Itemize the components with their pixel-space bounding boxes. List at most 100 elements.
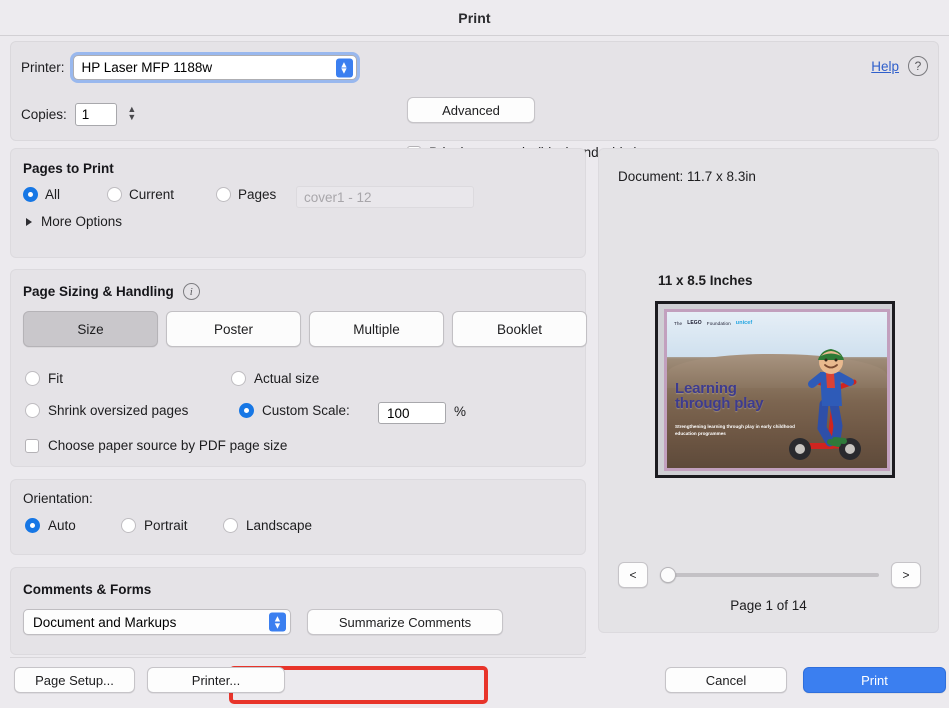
page-slider[interactable] xyxy=(660,567,879,583)
sizing-mode-size[interactable]: Size xyxy=(23,311,158,347)
sizing-mode-multiple[interactable]: Multiple xyxy=(309,311,444,347)
help-link[interactable]: Help xyxy=(871,59,899,74)
page-sizing-panel: Page Sizing & Handling i Size Poster Mul… xyxy=(10,269,587,704)
comments-forms-title: Comments & Forms xyxy=(23,582,152,597)
info-circle-icon[interactable]: i xyxy=(182,283,200,300)
percent-label: % xyxy=(454,404,467,419)
page-thumbnail: The LEGO Foundation unicef Learning thro… xyxy=(655,301,895,478)
printer-label: Printer: xyxy=(21,60,65,75)
summarize-comments-button[interactable]: Summarize Comments xyxy=(307,609,503,635)
pages-option-pages-label: Pages xyxy=(238,187,277,202)
orientation-option-portrait-label: Portrait xyxy=(144,518,188,533)
pages-option-pages[interactable]: Pages xyxy=(216,187,276,202)
pages-option-current-label: Current xyxy=(129,187,175,202)
print-button[interactable]: Print xyxy=(803,667,946,693)
more-options-toggle[interactable]: More Options xyxy=(26,214,122,229)
paper-source-option[interactable]: Choose paper source by PDF page size xyxy=(25,438,287,453)
printer-button[interactable]: Printer... xyxy=(147,667,285,693)
pages-option-all-label: All xyxy=(45,187,61,202)
advanced-button[interactable]: Advanced xyxy=(407,97,535,123)
printer-row: Printer: HP Laser MFP 1188w ▲ ▼ xyxy=(21,55,357,80)
next-page-button[interactable]: > xyxy=(891,562,921,588)
copies-row: Copies: 1 ▲ ▼ xyxy=(21,102,139,126)
scale-option-fit[interactable]: Fit xyxy=(25,371,63,386)
comments-forms-value: Document and Markups xyxy=(33,614,177,630)
page-setup-button[interactable]: Page Setup... xyxy=(14,667,135,693)
paper-size-label: 11 x 8.5 Inches xyxy=(658,273,753,288)
chevron-updown-icon-comments: ▲ ▼ xyxy=(269,612,286,632)
custom-scale-label: Custom Scale: xyxy=(262,403,350,418)
radio-custom-scale[interactable] xyxy=(239,403,254,418)
cover-title: Learning through play xyxy=(675,379,764,412)
page-range-input[interactable]: cover1 - 12 xyxy=(296,186,474,208)
pages-option-current[interactable]: Current xyxy=(107,187,174,202)
print-dialog: Print Printer: HP Laser MFP 1188w ▲ ▼ Adv… xyxy=(0,0,949,708)
unicef-logo: unicef xyxy=(735,320,753,326)
page-sizing-header: Page Sizing & Handling i xyxy=(23,283,200,300)
printer-settings-bar: Printer: HP Laser MFP 1188w ▲ ▼ Advanced … xyxy=(10,41,939,160)
radio-shrink[interactable] xyxy=(25,403,40,418)
boy-on-scooter-illustration xyxy=(789,349,861,460)
comments-forms-select[interactable]: Document and Markups ▲ ▼ xyxy=(23,609,291,635)
radio-auto[interactable] xyxy=(25,518,40,533)
paper-source-label: Choose paper source by PDF page size xyxy=(48,438,288,453)
sizing-mode-segmented[interactable]: Size Poster Multiple Booklet xyxy=(23,311,587,347)
dialog-title: Print xyxy=(458,9,491,26)
scale-option-actual-size[interactable]: Actual size xyxy=(231,371,319,386)
more-options-label: More Options xyxy=(41,214,123,229)
orientation-option-auto-label: Auto xyxy=(48,518,76,533)
copies-stepper[interactable]: ▲ ▼ xyxy=(125,102,139,126)
page-thumbnail-inner: The LEGO Foundation unicef Learning thro… xyxy=(664,309,890,471)
scale-option-fit-label: Fit xyxy=(48,371,63,386)
radio-actual-size[interactable] xyxy=(231,371,246,386)
lego-brand-suffix: Foundation xyxy=(706,320,731,326)
printer-select[interactable]: HP Laser MFP 1188w ▲ ▼ xyxy=(72,55,357,80)
copies-input[interactable]: 1 xyxy=(74,102,117,126)
page-slider-knob[interactable] xyxy=(660,567,676,583)
chevron-right-icon xyxy=(26,217,32,226)
radio-portrait[interactable] xyxy=(121,518,136,533)
document-size-label: Document: 11.7 x 8.3in xyxy=(618,169,756,184)
cover-logos: The LEGO Foundation unicef xyxy=(674,320,752,326)
orientation-option-landscape-label: Landscape xyxy=(246,518,313,533)
comments-forms-panel: Comments & Forms Document and Markups ▲ ▼… xyxy=(10,567,586,655)
page-sizing-title: Page Sizing & Handling xyxy=(23,284,174,299)
chevron-updown-icon: ▲ ▼ xyxy=(335,58,353,77)
pages-to-print-panel: Pages to Print All Current Pages cover1 … xyxy=(10,148,586,258)
radio-landscape[interactable] xyxy=(223,518,238,533)
printer-select-value[interactable]: HP Laser MFP 1188w xyxy=(72,55,357,80)
orientation-panel: Orientation: Auto Portrait Landscape xyxy=(10,479,586,555)
scale-option-shrink-label: Shrink oversized pages xyxy=(48,403,189,418)
scale-option-actual-size-label: Actual size xyxy=(254,371,320,386)
sizing-mode-booklet[interactable]: Booklet xyxy=(452,311,587,347)
radio-pages[interactable] xyxy=(216,187,231,202)
lego-brand-prefix: The xyxy=(674,320,683,326)
orientation-option-landscape[interactable]: Landscape xyxy=(223,518,312,533)
paper-source-checkbox[interactable] xyxy=(25,438,39,453)
scale-option-custom[interactable]: Custom Scale: xyxy=(239,403,350,418)
preview-navigation: < > xyxy=(618,562,921,588)
radio-current[interactable] xyxy=(107,187,122,202)
lego-brand-name: LEGO xyxy=(687,320,702,326)
cover-title-line1: Learning xyxy=(675,379,737,397)
page-count-label: Page 1 of 14 xyxy=(730,598,807,613)
scale-option-shrink[interactable]: Shrink oversized pages xyxy=(25,403,188,418)
cancel-button[interactable]: Cancel xyxy=(665,667,787,693)
cover-title-line2: through play xyxy=(675,394,764,412)
sizing-mode-poster[interactable]: Poster xyxy=(166,311,301,347)
orientation-option-auto[interactable]: Auto xyxy=(25,518,76,533)
custom-scale-input[interactable]: 100 xyxy=(378,402,446,424)
dialog-footer: Page Setup... Printer... Cancel Print xyxy=(0,663,949,708)
copies-label: Copies: xyxy=(21,106,67,122)
radio-all[interactable] xyxy=(23,187,38,202)
cover-artwork: The LEGO Foundation unicef Learning thro… xyxy=(667,312,887,468)
pages-option-all[interactable]: All xyxy=(23,187,60,202)
help-area: Help ? xyxy=(871,56,928,76)
orientation-option-portrait[interactable]: Portrait xyxy=(121,518,188,533)
footer-divider xyxy=(10,657,586,658)
question-circle-icon[interactable]: ? xyxy=(908,56,928,76)
previous-page-button[interactable]: < xyxy=(618,562,648,588)
dialog-titlebar: Print xyxy=(0,0,949,36)
pages-to-print-title: Pages to Print xyxy=(23,161,114,176)
radio-fit[interactable] xyxy=(25,371,40,386)
